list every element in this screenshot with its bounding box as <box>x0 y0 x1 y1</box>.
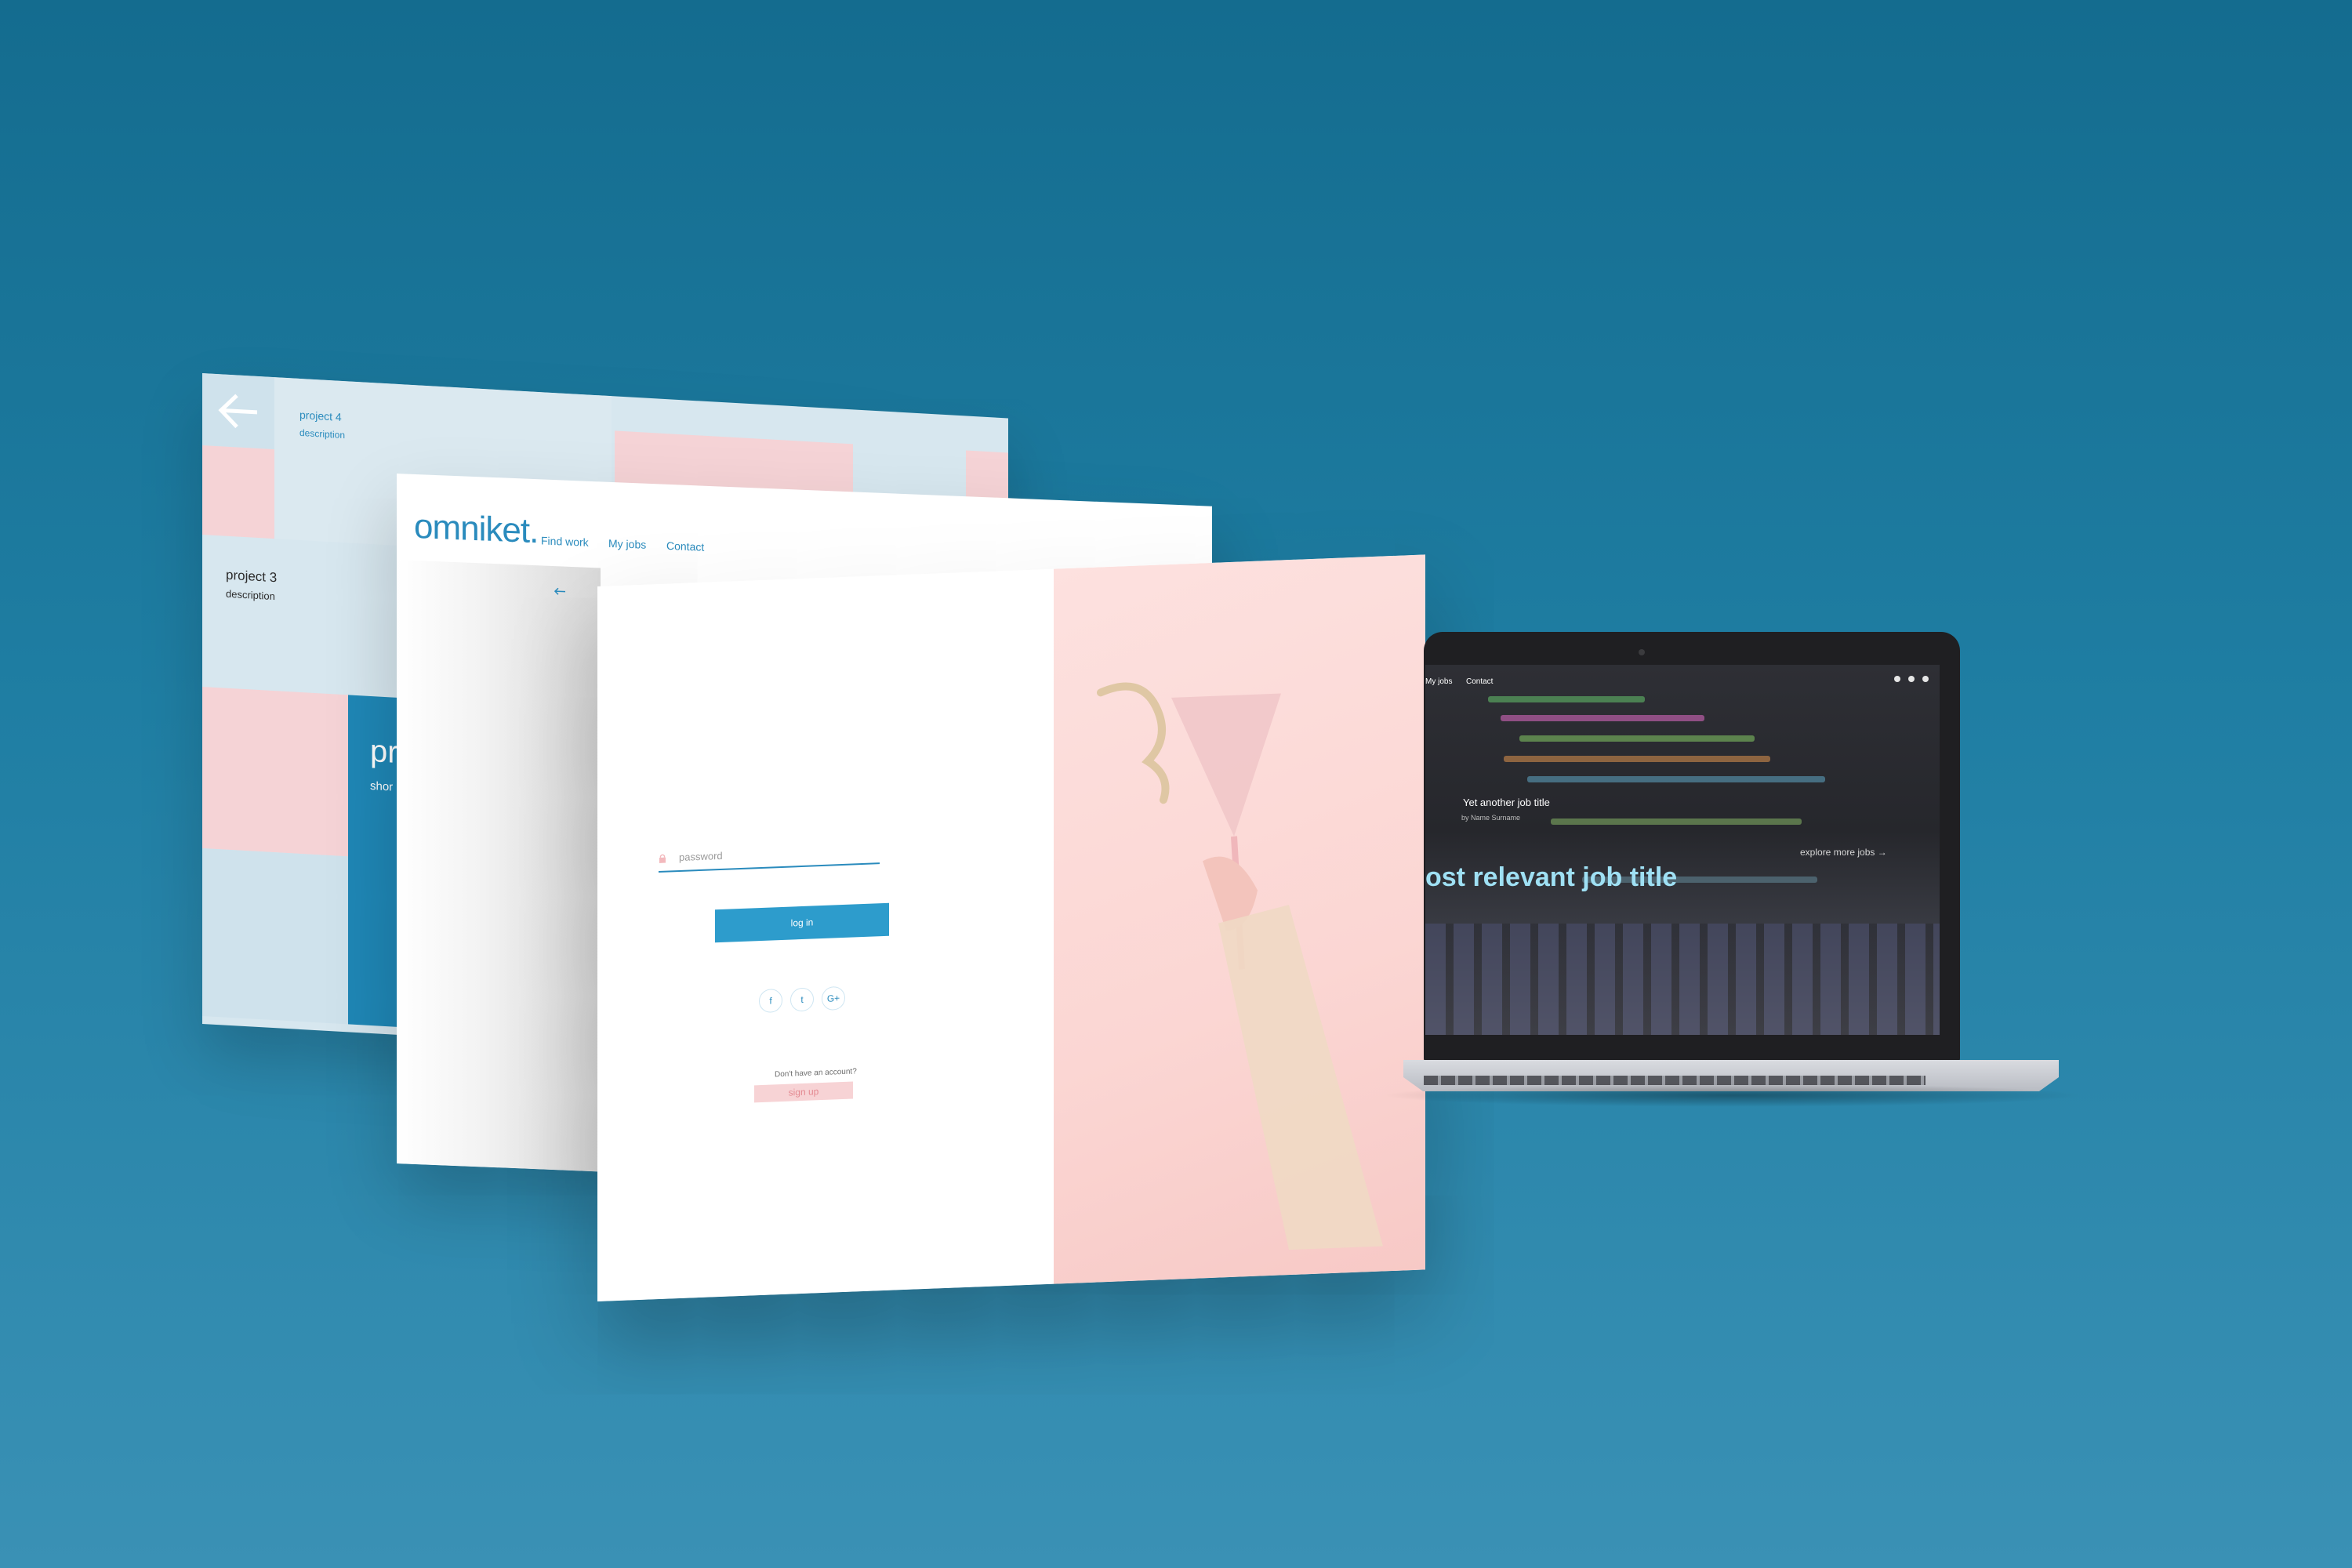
twitter-icon[interactable]: t <box>790 987 814 1012</box>
explore-label: explore more jobs <box>1800 847 1875 858</box>
tile <box>202 848 348 1025</box>
job-author: by Name Surname <box>1461 814 1521 822</box>
project-title: project 3 <box>226 567 278 586</box>
back-tile[interactable] <box>202 373 274 450</box>
featured-project-title: pr <box>370 733 398 770</box>
google-plus-icon[interactable]: G+ <box>822 985 845 1011</box>
password-placeholder: password <box>679 849 723 864</box>
panel-shade <box>397 560 601 1172</box>
job-title[interactable]: Yet another job title <box>1463 797 1550 808</box>
logo[interactable]: omniket. <box>414 507 538 551</box>
webcam <box>1639 649 1645 655</box>
login-form: password log in f t G+ Don't have an acc… <box>597 568 1054 1301</box>
nav-find-work[interactable]: Find work <box>541 534 589 548</box>
arrow-right-icon: → <box>1877 847 1887 858</box>
laptop-screen: My jobs Contact Yet another job title by… <box>1425 665 1940 1035</box>
login-button[interactable]: log in <box>715 902 889 943</box>
project-title: project 4 <box>299 408 342 423</box>
tile <box>202 687 348 857</box>
nav-contact[interactable]: Contact <box>1466 677 1493 686</box>
laptop-shadow <box>1380 1083 2085 1107</box>
nav-my-jobs[interactable]: My jobs <box>1425 677 1452 686</box>
bell-icon[interactable] <box>1908 676 1915 682</box>
user-icon[interactable] <box>1922 676 1929 682</box>
password-field[interactable]: password <box>659 842 880 873</box>
nav-my-jobs[interactable]: My jobs <box>608 537 646 551</box>
lock-icon <box>659 854 666 863</box>
no-account-text: Don't have an account? <box>775 1067 857 1080</box>
login-screen: password log in f t G+ Don't have an acc… <box>597 554 1425 1301</box>
keyboard-photo <box>1425 924 1940 1035</box>
back-arrow-icon <box>218 394 257 429</box>
header-icons <box>1894 676 1929 682</box>
search-icon[interactable] <box>1894 676 1900 682</box>
featured-job-title[interactable]: ost relevant job title <box>1425 862 1677 893</box>
hero-image <box>1054 554 1425 1284</box>
facebook-icon[interactable]: f <box>759 988 782 1014</box>
nav-contact[interactable]: Contact <box>666 539 704 554</box>
back-arrow-icon[interactable] <box>554 586 566 597</box>
explore-more-link[interactable]: explore more jobs → <box>1800 847 1887 858</box>
champagne-glass-illustration <box>1097 682 1383 1250</box>
signup-button[interactable]: sign up <box>754 1081 853 1103</box>
tile <box>202 445 274 539</box>
featured-project-short: shor <box>370 779 394 794</box>
mockup-scene: project 4 description project 3 descript… <box>0 0 2352 1568</box>
